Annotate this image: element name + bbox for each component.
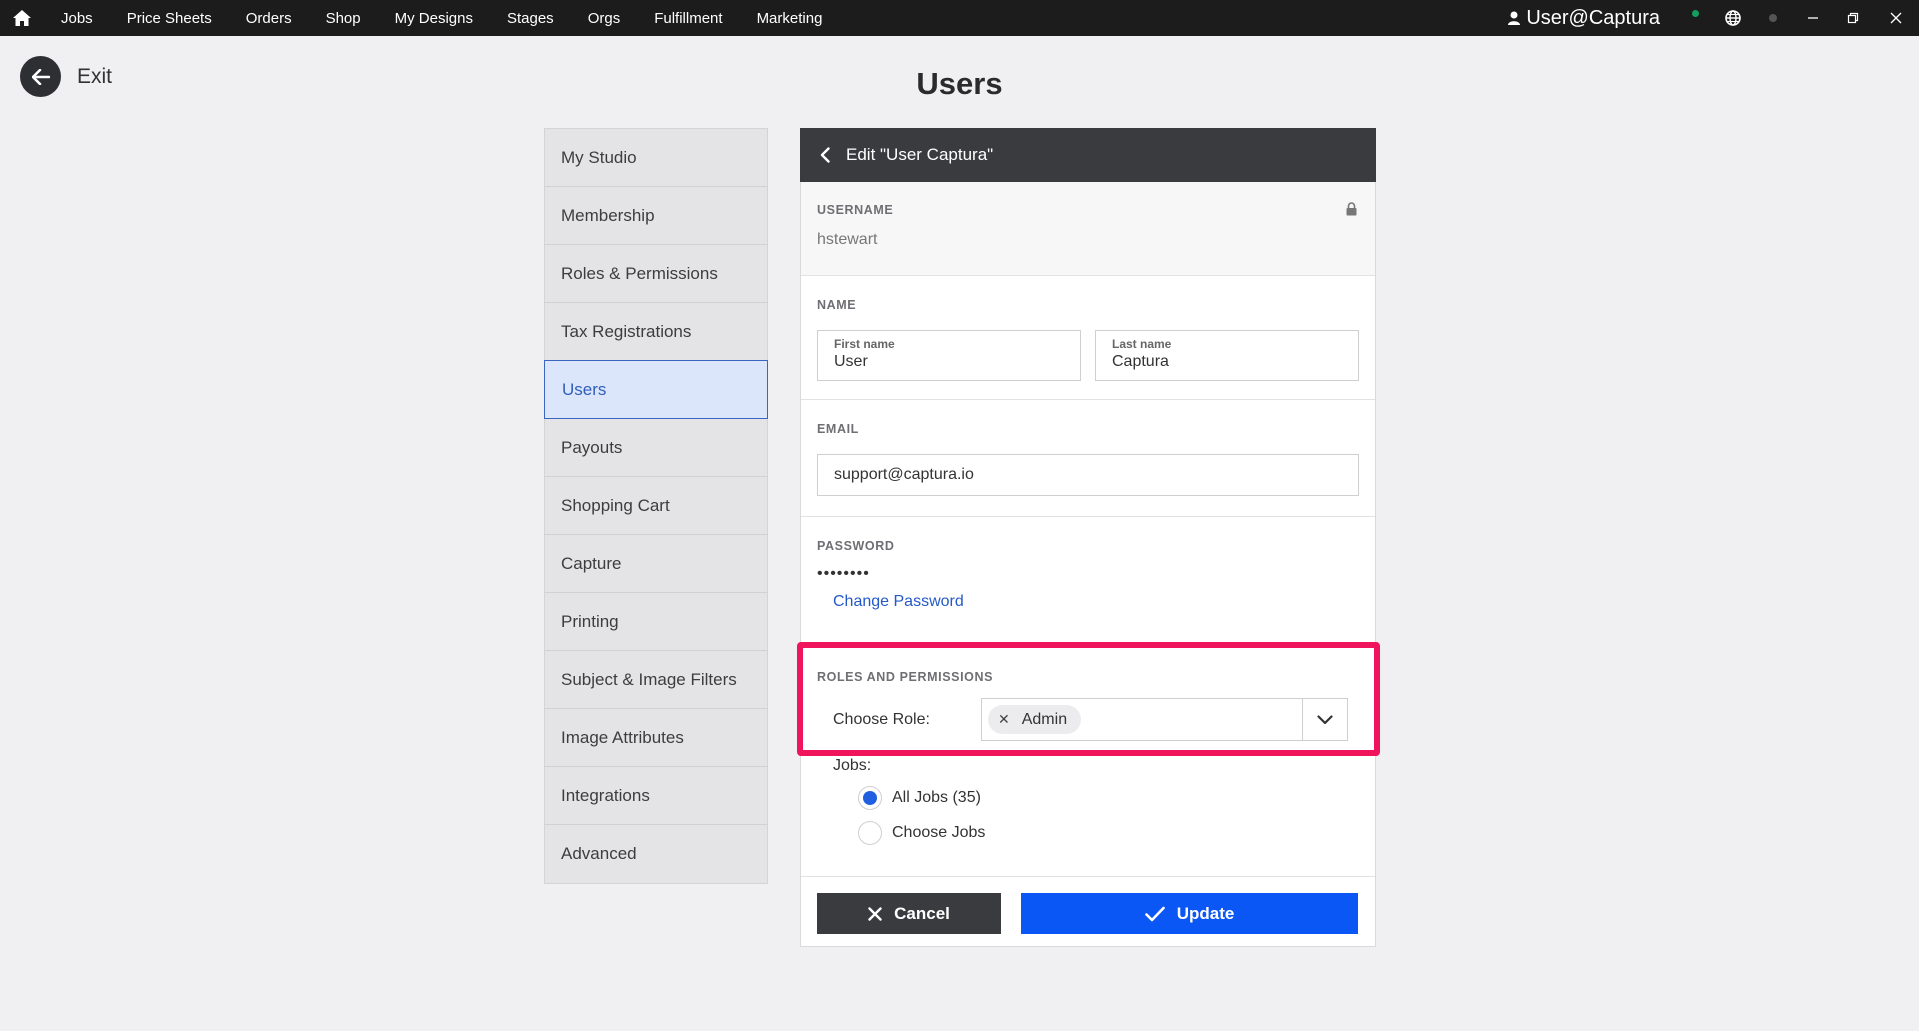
radio-unselected-icon[interactable] — [858, 821, 882, 845]
lock-icon — [1346, 202, 1357, 221]
form-actions: Cancel Update — [801, 877, 1375, 934]
last-name-input[interactable] — [1112, 353, 1342, 371]
sidebar-item-advanced[interactable]: Advanced — [545, 825, 767, 883]
sidebar-item-my-studio[interactable]: My Studio — [545, 129, 767, 187]
role-chip: ✕ Admin — [988, 705, 1082, 734]
choose-role-label: Choose Role: — [833, 710, 930, 728]
username-value: hstewart — [817, 231, 878, 248]
nav-price-sheets[interactable]: Price Sheets — [110, 0, 229, 36]
home-icon[interactable] — [0, 0, 44, 36]
user-menu[interactable]: User@Captura — [1500, 7, 1668, 30]
roles-section: ROLES AND PERMISSIONS Choose Role: ✕ Adm… — [801, 649, 1375, 757]
name-section: NAME First name Last name — [801, 276, 1375, 400]
sidebar-item-image-attributes[interactable]: Image Attributes — [545, 709, 767, 767]
sidebar-item-roles-permissions[interactable]: Roles & Permissions — [545, 245, 767, 303]
jobs-section: Jobs: All Jobs (35) Choose Jobs — [801, 757, 1375, 877]
jobs-label: Jobs: — [833, 757, 872, 774]
user-name: User@Captura — [1526, 6, 1660, 29]
nav-orgs[interactable]: Orgs — [571, 0, 638, 36]
email-label: EMAIL — [817, 422, 859, 436]
page-title: Users — [916, 66, 1003, 101]
change-password-link[interactable]: Change Password — [833, 593, 964, 611]
password-mask: •••••••• — [817, 565, 870, 582]
password-section: PASSWORD •••••••• Change Password — [801, 517, 1375, 649]
sidebar-item-capture[interactable]: Capture — [545, 535, 767, 593]
panel-header: Edit "User Captura" — [800, 128, 1376, 182]
last-name-field[interactable]: Last name — [1095, 330, 1359, 381]
first-name-input[interactable] — [834, 353, 1064, 371]
email-input[interactable] — [817, 454, 1359, 496]
nav-orders[interactable]: Orders — [229, 0, 309, 36]
settings-sidebar: My Studio Membership Roles & Permissions… — [544, 128, 768, 884]
nav-shop[interactable]: Shop — [309, 0, 378, 36]
inactive-dot-icon — [1753, 0, 1793, 36]
first-name-label: First name — [834, 337, 895, 351]
edit-user-panel: Edit "User Captura" USERNAME hstewart NA… — [800, 128, 1376, 947]
close-icon — [868, 906, 882, 921]
email-section: EMAIL — [801, 400, 1375, 517]
password-label: PASSWORD — [817, 539, 895, 553]
sidebar-item-shopping-cart[interactable]: Shopping Cart — [545, 477, 767, 535]
chevron-down-icon[interactable] — [1303, 699, 1347, 740]
sidebar-item-membership[interactable]: Membership — [545, 187, 767, 245]
remove-role-icon[interactable]: ✕ — [998, 711, 1010, 728]
roles-label: ROLES AND PERMISSIONS — [817, 670, 994, 684]
sidebar-item-users[interactable]: Users — [544, 360, 768, 419]
update-button[interactable]: Update — [1021, 893, 1358, 934]
chevron-left-icon[interactable] — [820, 147, 830, 163]
first-name-field[interactable]: First name — [817, 330, 1081, 381]
sidebar-item-integrations[interactable]: Integrations — [545, 767, 767, 825]
nav-marketing[interactable]: Marketing — [740, 0, 840, 36]
close-window-icon[interactable] — [1873, 0, 1919, 36]
check-icon — [1144, 906, 1165, 921]
update-label: Update — [1176, 903, 1235, 923]
nav-fulfillment[interactable]: Fulfillment — [637, 0, 739, 36]
globe-icon[interactable] — [1713, 0, 1753, 36]
restore-icon[interactable] — [1833, 0, 1873, 36]
nav-my-designs[interactable]: My Designs — [378, 0, 490, 36]
choose-jobs-label: Choose Jobs — [892, 824, 986, 841]
cancel-label: Cancel — [894, 903, 950, 923]
role-select[interactable]: ✕ Admin — [981, 698, 1348, 741]
online-status-dot — [1692, 9, 1699, 17]
user-icon — [1508, 11, 1521, 25]
sidebar-item-tax-registrations[interactable]: Tax Registrations — [545, 303, 767, 361]
last-name-label: Last name — [1112, 337, 1172, 351]
panel-title: Edit "User Captura" — [846, 145, 994, 164]
name-label: NAME — [817, 298, 857, 312]
radio-choose-jobs[interactable]: Choose Jobs — [858, 821, 1359, 845]
top-bar: Jobs Price Sheets Orders Shop My Designs… — [0, 0, 1919, 36]
nav-jobs[interactable]: Jobs — [44, 0, 110, 36]
cancel-button[interactable]: Cancel — [817, 893, 1001, 934]
sidebar-item-printing[interactable]: Printing — [545, 593, 767, 651]
sidebar-item-subject-image-filters[interactable]: Subject & Image Filters — [545, 651, 767, 709]
minimize-icon[interactable] — [1793, 0, 1833, 36]
all-jobs-label: All Jobs (35) — [892, 789, 981, 806]
sidebar-item-payouts[interactable]: Payouts — [545, 419, 767, 477]
role-chip-label: Admin — [1021, 710, 1068, 728]
username-label: USERNAME — [817, 203, 894, 217]
nav-stages[interactable]: Stages — [490, 0, 571, 36]
radio-all-jobs[interactable]: All Jobs (35) — [858, 786, 1359, 810]
username-section: USERNAME hstewart — [801, 182, 1375, 276]
radio-selected-icon[interactable] — [858, 786, 882, 810]
